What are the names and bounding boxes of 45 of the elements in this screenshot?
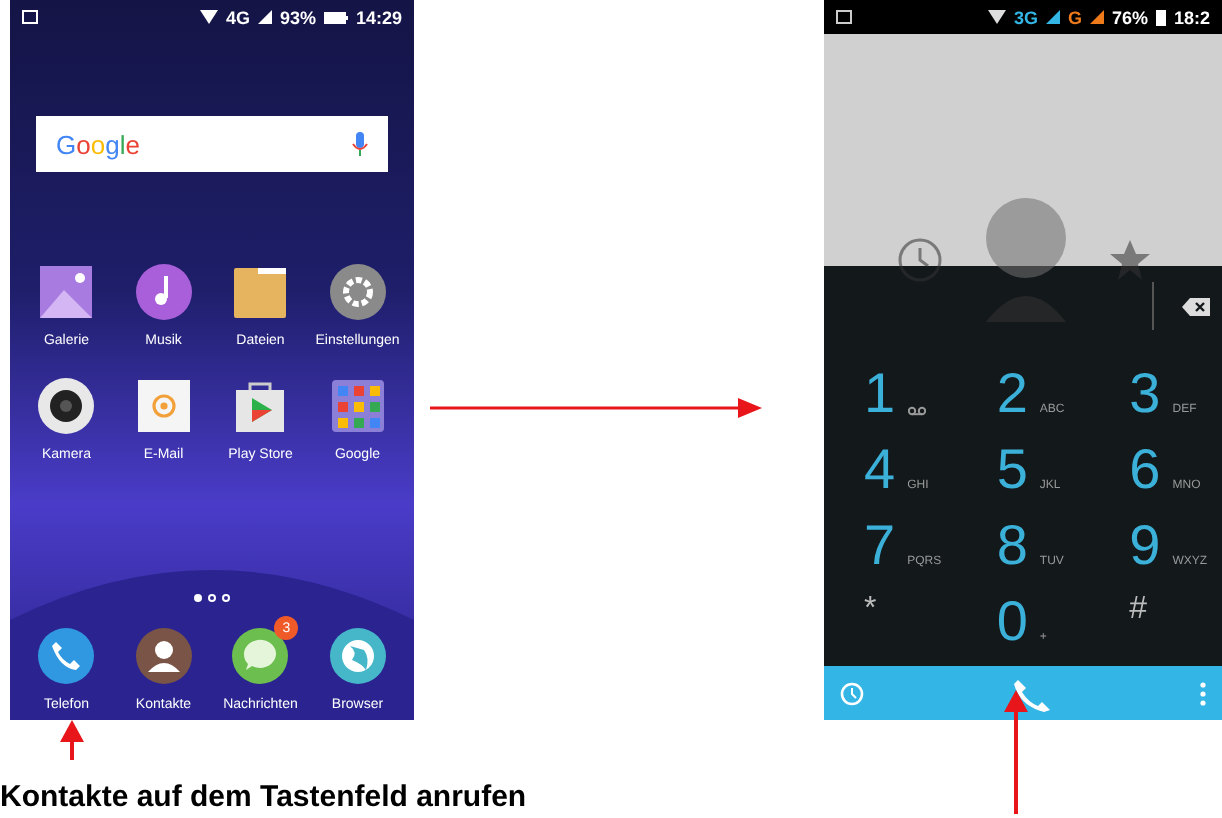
voicemail-icon: [907, 406, 926, 416]
clock-time: 18:2: [1173, 7, 1210, 27]
caption-text: Kontakte auf dem Tastenfeld anrufen: [0, 778, 529, 818]
contact-icon: [133, 626, 194, 686]
gallery-icon: [36, 262, 97, 322]
battery-icon: [323, 11, 348, 23]
signal-icon: [1089, 10, 1104, 24]
avatar-icon: [981, 198, 1069, 322]
notification-icon: [22, 10, 38, 24]
page-dot[interactable]: [222, 594, 230, 602]
settings-icon: [327, 262, 388, 322]
backspace-icon[interactable]: [1182, 297, 1210, 315]
folder-icon: [230, 262, 291, 322]
mail-icon: [133, 376, 194, 436]
wifi-icon: [987, 10, 1006, 24]
search-logo: Google: [56, 129, 140, 159]
battery-percent: 93%: [279, 7, 316, 27]
app-folder-icon: [327, 376, 388, 436]
music-note-icon: [133, 262, 194, 322]
dial-key[interactable]: #: [1089, 574, 1222, 650]
battery-icon: [1155, 9, 1166, 25]
signal-icon: [257, 10, 272, 24]
page-dot[interactable]: [208, 594, 216, 602]
network-label: 4G: [225, 7, 250, 27]
globe-icon: [327, 626, 388, 686]
network-label: 3G: [1013, 7, 1038, 27]
microphone-icon[interactable]: [352, 132, 368, 156]
up-arrow: [1004, 690, 1028, 814]
chat-icon: [230, 626, 291, 686]
wifi-icon: [199, 10, 218, 24]
clock-time: 14:29: [355, 7, 402, 27]
dial-key[interactable]: 1: [824, 346, 957, 422]
star-icon: [1109, 240, 1149, 280]
notification-icon: [836, 10, 852, 24]
camera-icon: [36, 376, 97, 436]
signal-icon: [1045, 10, 1060, 24]
network-label: G: [1067, 7, 1082, 27]
phone-icon: [36, 626, 97, 686]
search-bar[interactable]: Google: [36, 116, 388, 172]
page-dot[interactable]: [194, 594, 202, 602]
phone-icon[interactable]: [1012, 675, 1052, 711]
dial-key[interactable]: *: [824, 574, 957, 650]
up-arrow: [60, 720, 84, 760]
battery-percent: 76%: [1111, 7, 1148, 27]
clock-icon: [897, 238, 941, 282]
